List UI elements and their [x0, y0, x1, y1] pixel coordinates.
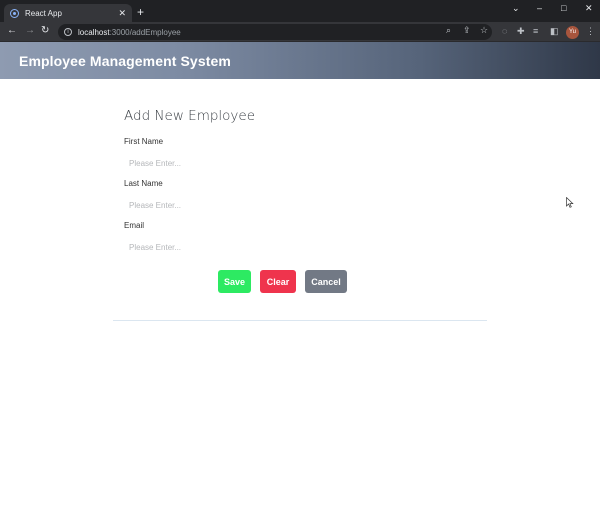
react-favicon-icon: [10, 8, 19, 18]
profile-avatar[interactable]: Yu: [566, 26, 579, 39]
site-info-icon[interactable]: i: [64, 28, 72, 36]
save-button[interactable]: Save: [218, 270, 251, 293]
mouse-cursor-icon: [566, 197, 574, 208]
url-host: localhost: [78, 27, 110, 37]
tab-close-icon[interactable]: ✕: [118, 8, 126, 18]
extension-sync-icon[interactable]: ◌: [502, 27, 507, 36]
form-divider: [113, 320, 487, 321]
browser-toolbar: ← → ↻ i localhost :3000/addEmployee ⌕ ⇪ …: [0, 22, 600, 42]
share-icon[interactable]: ⇪: [463, 26, 471, 35]
browser-tab[interactable]: React App ✕: [4, 4, 132, 22]
first-name-label: First Name: [124, 137, 164, 146]
clear-button[interactable]: Clear: [260, 270, 296, 293]
email-label: Email: [124, 221, 145, 230]
add-employee-form: Add New Employee: [124, 108, 486, 124]
first-name-input[interactable]: [124, 156, 485, 170]
app-title: Employee Management System: [19, 52, 231, 69]
forward-icon[interactable]: →: [25, 25, 35, 37]
back-icon[interactable]: ←: [7, 25, 17, 37]
last-name-input[interactable]: [124, 198, 485, 212]
tab-search-icon[interactable]: ⌄: [512, 3, 520, 14]
tab-title: React App: [25, 8, 62, 18]
zoom-icon[interactable]: ⌕: [446, 26, 451, 35]
side-panel-icon[interactable]: ◧: [550, 27, 559, 36]
address-bar[interactable]: i localhost :3000/addEmployee: [58, 24, 492, 40]
browser-tab-bar: React App ✕ + ⌄ – □ ✕: [0, 0, 600, 22]
bookmark-star-icon[interactable]: ☆: [480, 26, 488, 35]
url-path: :3000/addEmployee: [109, 27, 181, 37]
new-tab-button[interactable]: +: [137, 6, 144, 18]
last-name-label: Last Name: [124, 179, 163, 188]
browser-menu-icon[interactable]: ⋮: [586, 26, 595, 36]
cancel-button[interactable]: Cancel: [305, 270, 347, 293]
minimize-icon[interactable]: –: [537, 3, 542, 13]
form-title: Add New Employee: [124, 108, 256, 124]
email-input[interactable]: [124, 240, 485, 254]
app-header: Employee Management System: [0, 42, 600, 79]
reading-list-icon[interactable]: ≡: [533, 27, 538, 36]
reload-icon[interactable]: ↻: [41, 25, 49, 37]
close-window-icon[interactable]: ✕: [585, 3, 593, 14]
maximize-icon[interactable]: □: [561, 3, 566, 13]
extensions-puzzle-icon[interactable]: ✚: [517, 27, 525, 36]
